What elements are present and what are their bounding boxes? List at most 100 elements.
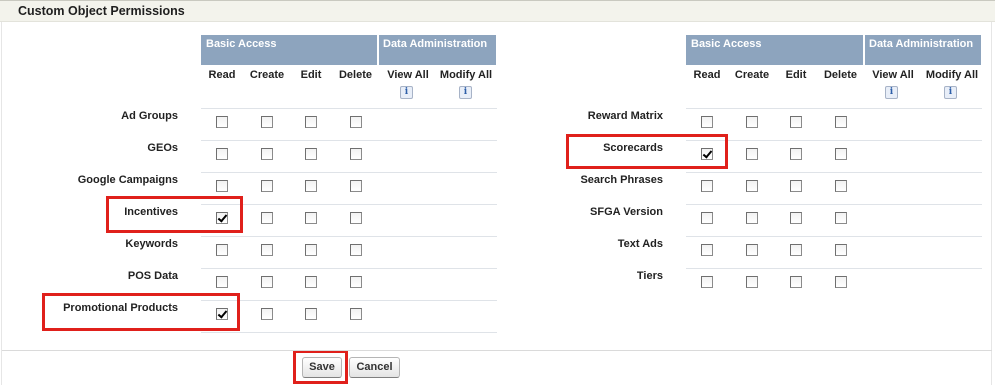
row-label-keywords: Keywords [125, 238, 178, 250]
incentives-create-checkbox[interactable] [261, 212, 273, 224]
highlight-box-scorecards [566, 134, 728, 169]
column-modify-all: Modify All [925, 69, 979, 81]
pos-data-read-checkbox[interactable] [216, 276, 228, 288]
row-label-reward-matrix: Reward Matrix [587, 110, 663, 122]
keywords-read-checkbox[interactable] [216, 244, 228, 256]
column-view-all: View All [387, 69, 429, 81]
row-label-sfga-version: SFGA Version [590, 206, 663, 218]
promotional-products-edit-checkbox[interactable] [305, 308, 317, 320]
geos-create-checkbox[interactable] [261, 148, 273, 160]
modify-all-info-icon[interactable]: i [459, 86, 472, 99]
column-delete: Delete [823, 69, 858, 81]
sfga-version-read-checkbox[interactable] [701, 212, 713, 224]
tiers-read-checkbox[interactable] [701, 276, 713, 288]
ad-groups-delete-checkbox[interactable] [350, 116, 362, 128]
tiers-create-checkbox[interactable] [746, 276, 758, 288]
column-create: Create [734, 69, 770, 81]
column-edit: Edit [300, 69, 322, 81]
row-divider [201, 300, 497, 301]
incentives-delete-checkbox[interactable] [350, 212, 362, 224]
search-phrases-create-checkbox[interactable] [746, 180, 758, 192]
column-read: Read [208, 69, 236, 81]
search-phrases-edit-checkbox[interactable] [790, 180, 802, 192]
geos-read-checkbox[interactable] [216, 148, 228, 160]
search-phrases-delete-checkbox[interactable] [835, 180, 847, 192]
reward-matrix-delete-checkbox[interactable] [835, 116, 847, 128]
sfga-version-delete-checkbox[interactable] [835, 212, 847, 224]
highlight-box-promotional-products [42, 293, 240, 331]
column-delete: Delete [338, 69, 373, 81]
row-divider [686, 140, 982, 141]
ad-groups-create-checkbox[interactable] [261, 116, 273, 128]
row-divider [686, 172, 982, 173]
promotional-products-create-checkbox[interactable] [261, 308, 273, 320]
save-button[interactable]: Save [302, 357, 342, 378]
section-header: Custom Object Permissions [0, 0, 995, 22]
section-title: Custom Object Permissions [18, 4, 185, 18]
ad-groups-read-checkbox[interactable] [216, 116, 228, 128]
row-label-ad-groups: Ad Groups [121, 110, 178, 122]
text-ads-create-checkbox[interactable] [746, 244, 758, 256]
pos-data-edit-checkbox[interactable] [305, 276, 317, 288]
column-modify-all: Modify All [439, 69, 493, 81]
keywords-delete-checkbox[interactable] [350, 244, 362, 256]
view-all-info-icon[interactable]: i [400, 86, 413, 99]
search-phrases-read-checkbox[interactable] [701, 180, 713, 192]
text-ads-read-checkbox[interactable] [701, 244, 713, 256]
google-campaigns-create-checkbox[interactable] [261, 180, 273, 192]
reward-matrix-edit-checkbox[interactable] [790, 116, 802, 128]
row-divider [201, 172, 497, 173]
row-divider [201, 140, 497, 141]
promotional-products-delete-checkbox[interactable] [350, 308, 362, 320]
modify-all-info-icon[interactable]: i [944, 86, 957, 99]
row-divider [686, 236, 982, 237]
pos-data-create-checkbox[interactable] [261, 276, 273, 288]
row-label-google-campaigns: Google Campaigns [77, 174, 178, 186]
row-divider [201, 332, 497, 333]
basic-access-header: Basic Access [201, 35, 377, 65]
incentives-edit-checkbox[interactable] [305, 212, 317, 224]
keywords-create-checkbox[interactable] [261, 244, 273, 256]
view-all-info-icon[interactable]: i [885, 86, 898, 99]
row-divider [201, 268, 497, 269]
geos-edit-checkbox[interactable] [305, 148, 317, 160]
google-campaigns-read-checkbox[interactable] [216, 180, 228, 192]
row-label-pos-data: POS Data [127, 270, 178, 282]
data-administration-header: Data Administration [379, 35, 496, 65]
ad-groups-edit-checkbox[interactable] [305, 116, 317, 128]
sfga-version-create-checkbox[interactable] [746, 212, 758, 224]
row-label-search-phrases: Search Phrases [580, 174, 663, 186]
basic-access-header: Basic Access [686, 35, 863, 65]
keywords-edit-checkbox[interactable] [305, 244, 317, 256]
data-administration-header: Data Administration [865, 35, 981, 65]
geos-delete-checkbox[interactable] [350, 148, 362, 160]
highlight-box-incentives [106, 196, 243, 233]
pos-data-delete-checkbox[interactable] [350, 276, 362, 288]
tiers-delete-checkbox[interactable] [835, 276, 847, 288]
row-divider [201, 108, 497, 109]
sfga-version-edit-checkbox[interactable] [790, 212, 802, 224]
google-campaigns-delete-checkbox[interactable] [350, 180, 362, 192]
row-label-geos: GEOs [147, 142, 178, 154]
row-divider [201, 204, 497, 205]
column-create: Create [249, 69, 285, 81]
cancel-button[interactable]: Cancel [349, 357, 400, 378]
reward-matrix-create-checkbox[interactable] [746, 116, 758, 128]
text-ads-delete-checkbox[interactable] [835, 244, 847, 256]
row-divider [686, 204, 982, 205]
column-view-all: View All [872, 69, 914, 81]
google-campaigns-edit-checkbox[interactable] [305, 180, 317, 192]
column-read: Read [693, 69, 721, 81]
scorecards-delete-checkbox[interactable] [835, 148, 847, 160]
footer-divider [2, 350, 992, 351]
scorecards-create-checkbox[interactable] [746, 148, 758, 160]
row-label-text-ads: Text Ads [617, 238, 663, 250]
row-divider [201, 236, 497, 237]
column-edit: Edit [785, 69, 807, 81]
row-divider [686, 108, 982, 109]
scorecards-edit-checkbox[interactable] [790, 148, 802, 160]
text-ads-edit-checkbox[interactable] [790, 244, 802, 256]
reward-matrix-read-checkbox[interactable] [701, 116, 713, 128]
tiers-edit-checkbox[interactable] [790, 276, 802, 288]
row-label-tiers: Tiers [636, 270, 663, 282]
